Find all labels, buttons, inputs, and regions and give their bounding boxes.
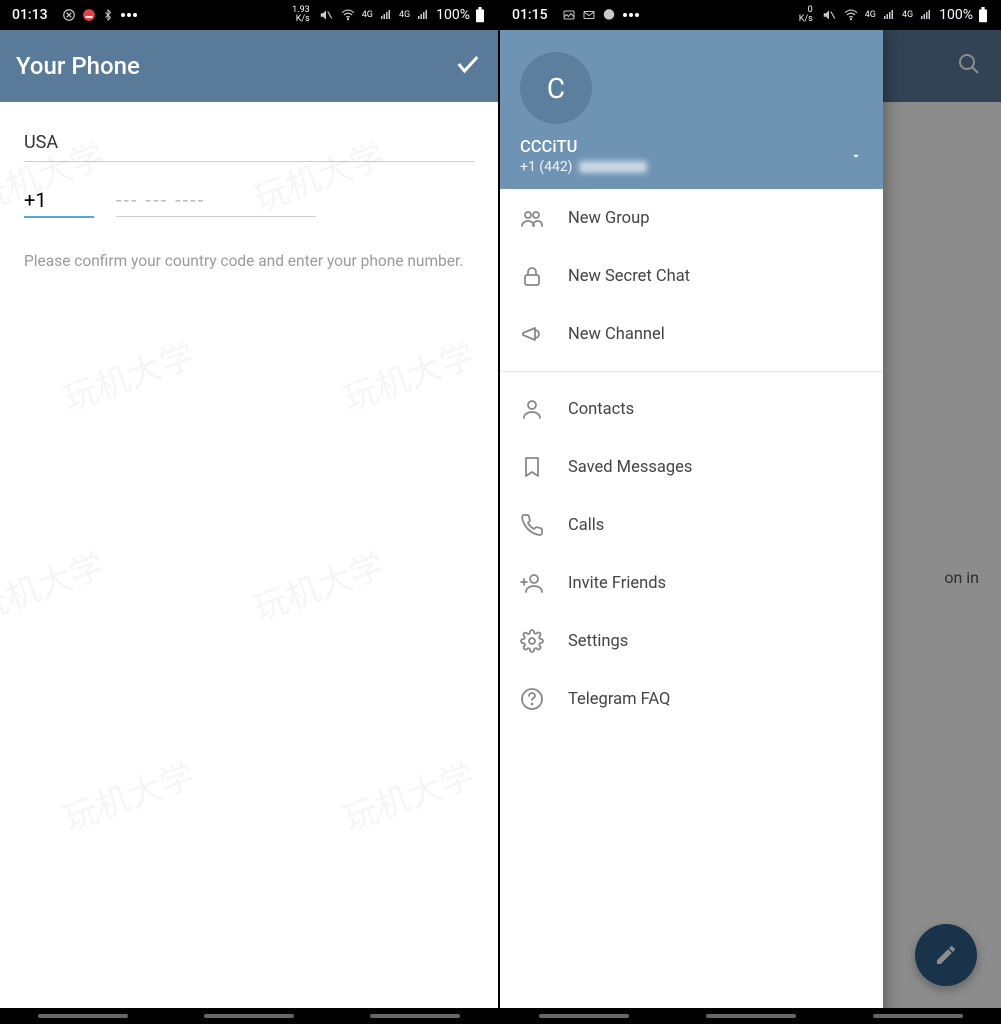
status-time: 01:15 [512, 7, 548, 23]
net-label-2: 4G [902, 10, 913, 20]
drawer-section-2: Contacts Saved Messages Calls Invite Friend… [500, 380, 883, 728]
drawer-item-settings[interactable]: Settings [500, 612, 883, 670]
group-icon [520, 206, 568, 230]
drawer-item-label: Invite Friends [568, 574, 666, 593]
battery-indicator: 100% [939, 7, 989, 23]
net-label-2: 4G [399, 10, 410, 20]
drawer-item-contacts[interactable]: Contacts [500, 380, 883, 438]
phone-form: USA Please confirm your country code and… [0, 102, 498, 290]
drawer-separator [500, 371, 883, 372]
drawer-phone: +1 (442) [520, 159, 863, 175]
drawer-item-label: New Secret Chat [568, 267, 690, 286]
country-selector[interactable]: USA [24, 120, 474, 162]
drawer-item-label: Saved Messages [568, 458, 692, 477]
block-icon [82, 8, 96, 22]
battery-indicator: 100% [436, 7, 486, 23]
status-bar: 01:13 1.93K/s 4G 4G 100% [0, 0, 498, 30]
signal-icon-2 [416, 9, 430, 21]
signal-icon [379, 9, 393, 21]
drawer-item-new-group[interactable]: New Group [500, 189, 883, 247]
phone-number-input[interactable] [116, 184, 316, 217]
drawer-item-telegram-faq[interactable]: Telegram FAQ [500, 670, 883, 728]
lock-icon [520, 264, 568, 288]
drawer-header[interactable]: C CCCiTU +1 (442) [500, 30, 883, 189]
status-bar: 01:15 0K/s 4G 4G 100% [500, 0, 1001, 30]
net-label: 4G [362, 10, 373, 20]
redacted-phone [579, 161, 647, 173]
system-nav-bar[interactable] [0, 1008, 498, 1024]
image-icon [562, 9, 576, 21]
wifi-icon [843, 8, 859, 22]
drawer-list: New Group New Secret Chat New Channel Cont… [500, 189, 883, 1024]
person-icon [520, 397, 568, 421]
signal-icon-2 [919, 9, 933, 21]
mail-icon [582, 9, 596, 21]
more-icon [622, 13, 640, 17]
page-title: Your Phone [16, 52, 454, 80]
help-icon [520, 687, 568, 711]
net-speed: 0K/s [799, 6, 813, 24]
drawer-item-saved-messages[interactable]: Saved Messages [500, 438, 883, 496]
drawer-username: CCCiTU [520, 138, 863, 157]
drawer-item-invite-friends[interactable]: Invite Friends [500, 554, 883, 612]
more-icon [120, 13, 138, 17]
drawer-item-label: New Group [568, 209, 649, 228]
country-code-input[interactable] [24, 184, 94, 218]
megaphone-icon [520, 322, 568, 346]
avatar[interactable]: C [520, 52, 592, 124]
drawer-item-label: Settings [568, 632, 628, 651]
phone-screen-setup: 玩机大学 玩机大学 玩机大学 玩机大学 玩机大学 玩机大学 玩机大学 玩机大学 … [0, 0, 500, 1024]
invite-icon [520, 571, 568, 595]
drawer-item-label: Contacts [568, 400, 634, 419]
chat-icon [602, 8, 616, 22]
drawer-item-calls[interactable]: Calls [500, 496, 883, 554]
system-nav-bar[interactable] [500, 1008, 1001, 1024]
drawer-section-1: New Group New Secret Chat New Channel [500, 189, 883, 363]
phone-screen-drawer: 玩机大学 玩机大学 玩机大学 玩机大学 玩机大学 玩机大学 玩机大学 玩机大学 … [500, 0, 1001, 1024]
bluetooth-icon [102, 8, 114, 22]
hint-text: Please confirm your country code and ent… [24, 250, 474, 272]
wifi-icon [340, 8, 356, 22]
drawer-item-new-secret-chat[interactable]: New Secret Chat [500, 247, 883, 305]
account-dropdown-icon[interactable] [849, 148, 863, 167]
record-icon [62, 8, 76, 22]
net-speed: 1.93K/s [292, 6, 310, 24]
status-time: 01:13 [12, 7, 48, 23]
mute-icon [318, 8, 334, 22]
drawer-item-label: Telegram FAQ [568, 690, 670, 709]
mute-icon [821, 8, 837, 22]
confirm-button[interactable] [454, 50, 482, 82]
phone-icon [520, 513, 568, 537]
drawer-item-label: Calls [568, 516, 604, 535]
gear-icon [520, 629, 568, 653]
signal-icon [882, 9, 896, 21]
drawer-item-new-channel[interactable]: New Channel [500, 305, 883, 363]
app-bar: Your Phone [0, 30, 498, 102]
navigation-drawer: C CCCiTU +1 (442) New Group New Secret Ch… [500, 30, 883, 1024]
bookmark-icon [520, 455, 568, 479]
drawer-item-label: New Channel [568, 325, 665, 344]
net-label: 4G [865, 10, 876, 20]
